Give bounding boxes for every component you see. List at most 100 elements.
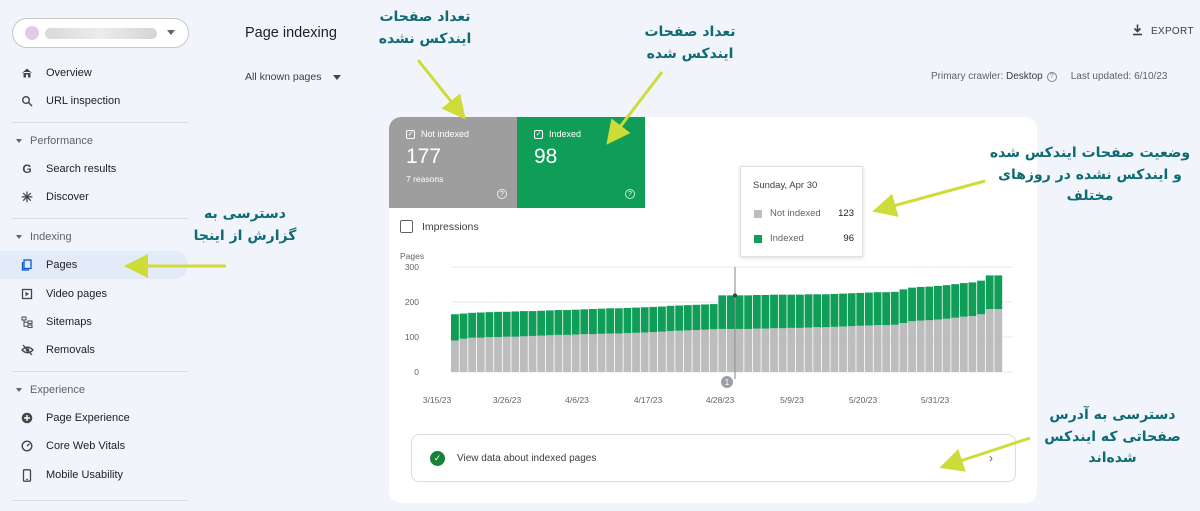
section-performance[interactable]: Performance [16, 135, 93, 147]
sidebar-item-mobile-usability[interactable]: Mobile Usability [0, 461, 188, 489]
bar-indexed [770, 294, 778, 329]
annotation-status-by-day: وضعیت صفحات ایندکس شده و ایندکس نشده در … [989, 145, 1191, 205]
section-label: Experience [30, 384, 86, 396]
sidebar-item-video-pages[interactable]: Video pages [0, 280, 188, 308]
bar-not-indexed [899, 323, 908, 372]
y-tick-label: 300 [405, 262, 419, 272]
x-tick-label: 4/17/23 [634, 395, 663, 405]
bar-not-indexed [744, 328, 753, 372]
bar-not-indexed [796, 327, 804, 372]
chart-tooltip: Sunday, Apr 30 Not indexed 123 Indexed 9… [740, 166, 863, 257]
bar-indexed [813, 294, 822, 328]
sidebar-item-core-web-vitals[interactable]: Core Web Vitals [0, 432, 188, 460]
bar-not-indexed [890, 324, 899, 372]
bar-indexed [873, 292, 882, 326]
bar-indexed [994, 275, 1003, 309]
bar-indexed [451, 314, 459, 341]
bar-not-indexed [968, 316, 977, 372]
last-updated: Last updated: 6/10/23 [1070, 71, 1168, 82]
bar-not-indexed [520, 336, 528, 372]
sidebar-item-search-results[interactable]: G Search results [0, 155, 188, 183]
bar-indexed [614, 308, 623, 334]
bar-indexed [796, 294, 804, 328]
sidebar-item-discover[interactable]: ✳ Discover [0, 183, 188, 211]
bar-not-indexed [865, 325, 873, 372]
pages-icon [20, 258, 34, 272]
bar-indexed [718, 295, 727, 329]
bar-indexed [459, 313, 468, 339]
bar-not-indexed [589, 334, 597, 372]
download-icon [1132, 24, 1143, 39]
search-icon [20, 94, 34, 108]
bar-not-indexed [545, 335, 554, 372]
help-icon[interactable]: ? [1046, 71, 1057, 82]
bar-not-indexed [554, 334, 563, 372]
bar-indexed [494, 311, 502, 337]
y-tick-label: 200 [405, 297, 419, 307]
bar-not-indexed [977, 314, 985, 372]
bar-not-indexed [709, 329, 718, 372]
bar-indexed [951, 284, 960, 318]
sidebar-item-pages[interactable]: Pages [0, 251, 188, 279]
sidebar-item-page-experience[interactable]: Page Experience [0, 404, 188, 432]
bar-indexed [511, 311, 520, 337]
legend-swatch [754, 234, 762, 243]
bar-indexed [640, 307, 649, 333]
bar-not-indexed [468, 337, 477, 372]
bar-indexed [934, 285, 942, 320]
bar-indexed [683, 305, 692, 331]
bar-indexed [942, 285, 951, 319]
bar-indexed [916, 286, 925, 321]
bar-not-indexed [778, 328, 787, 372]
bar-not-indexed [640, 332, 649, 372]
bar-indexed [925, 286, 934, 321]
bar-not-indexed [563, 334, 571, 372]
sidebar-item-label: Core Web Vitals [46, 440, 126, 452]
bar-not-indexed [658, 331, 666, 372]
bar-indexed [580, 309, 589, 335]
bar-indexed [571, 309, 580, 335]
bar-indexed [554, 310, 563, 335]
bar-indexed [752, 295, 761, 329]
bar-not-indexed [951, 317, 960, 372]
bar-indexed [623, 307, 632, 334]
sidebar-item-overview[interactable]: Overview [0, 59, 188, 87]
sidebar-item-removals[interactable]: Removals [0, 336, 188, 364]
bar-indexed [485, 312, 494, 337]
section-experience[interactable]: Experience [16, 384, 85, 396]
divider [12, 371, 188, 372]
bar-indexed [666, 305, 675, 332]
sidebar-item-url-inspection[interactable]: URL inspection [0, 87, 188, 115]
property-selector[interactable] [12, 18, 189, 48]
bar-indexed [968, 282, 977, 316]
bar-indexed [882, 292, 891, 326]
bar-not-indexed [908, 321, 916, 372]
bar-not-indexed [451, 340, 459, 372]
indexing-card: ✓ Not indexed 177 7 reasons ? ✓ Indexed 98… [389, 117, 1037, 503]
legend-swatch [754, 209, 762, 218]
bar-not-indexed [856, 325, 865, 372]
export-button[interactable]: EXPORT [1132, 24, 1194, 39]
bar-not-indexed [683, 330, 692, 372]
bar-not-indexed [614, 333, 623, 372]
export-label: EXPORT [1151, 26, 1194, 37]
sidebar-item-label: Overview [46, 67, 92, 79]
bar-indexed [528, 311, 537, 336]
crawler-label: Primary crawler: [931, 71, 1004, 82]
tooltip-date: Sunday, Apr 30 [753, 180, 818, 191]
bar-not-indexed [606, 333, 615, 372]
view-indexed-pages-link[interactable]: ✓ View data about indexed pages › [411, 434, 1016, 482]
sidebar-item-sitemaps[interactable]: Sitemaps [0, 308, 188, 336]
y-tick-label: 100 [405, 332, 419, 342]
sidebar: Overview URL inspection Performance G Se… [0, 0, 200, 511]
x-tick-label: 5/20/23 [849, 395, 878, 405]
x-tick-label: 4/28/23 [706, 395, 735, 405]
page-filter-dropdown[interactable]: All known pages [245, 71, 342, 83]
divider [12, 218, 188, 219]
bar-indexed [839, 293, 847, 327]
section-indexing[interactable]: Indexing [16, 231, 72, 243]
caret-down-icon [16, 388, 22, 392]
bar-indexed [563, 310, 571, 335]
bar-indexed [701, 304, 709, 330]
x-tick-label: 3/26/23 [493, 395, 522, 405]
